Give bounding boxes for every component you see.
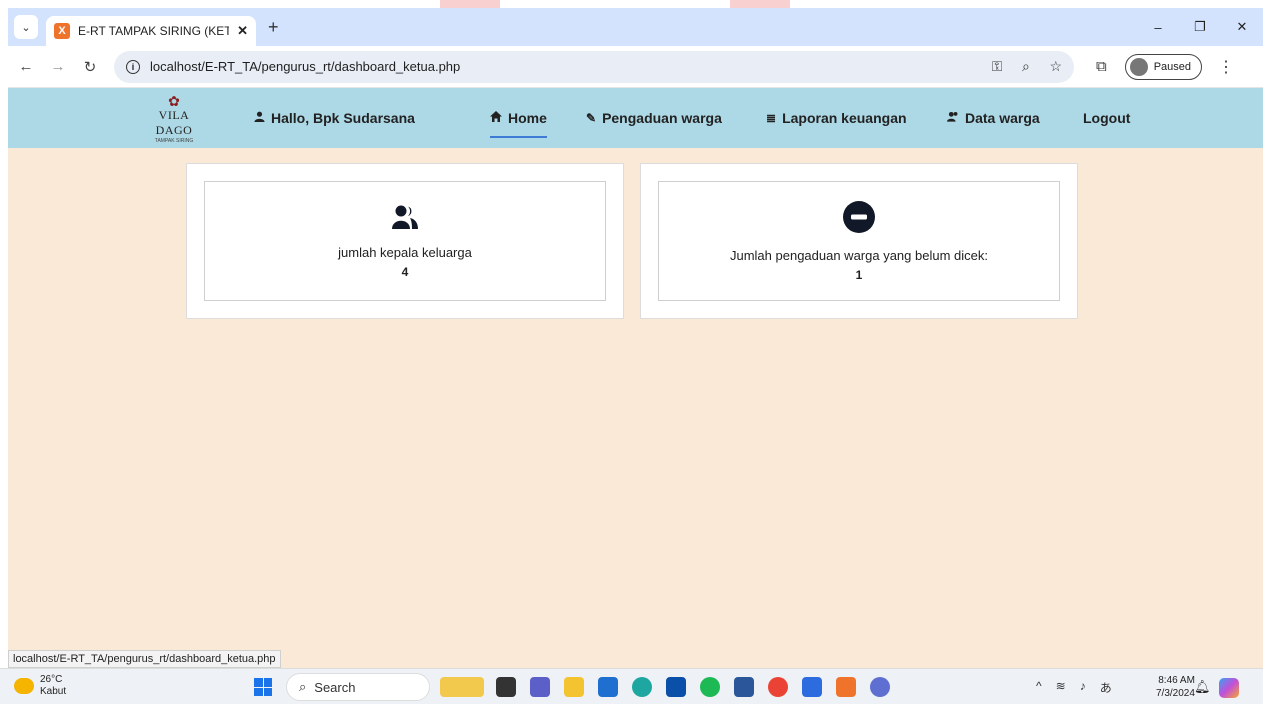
tab-close-button[interactable]: ✕ (237, 23, 248, 39)
logo-subtitle: TAMPAK SIRING (154, 138, 194, 144)
minimize-button[interactable]: – (1137, 8, 1179, 46)
weather-desc: Kabut (40, 686, 67, 697)
weather-widget[interactable]: 26°C Kabut (14, 674, 66, 698)
nav-laporan-label: Laporan keuangan (782, 110, 907, 126)
nav-data-warga-label: Data warga (965, 110, 1040, 126)
kepala-keluarga-card: jumlah kepala keluarga 4 (186, 163, 624, 319)
clock-time: 8:46 AM (1158, 675, 1195, 686)
users-icon (947, 111, 959, 125)
password-key-icon[interactable]: ⚿ (992, 58, 1003, 74)
site-logo[interactable]: ✿ VILA DAGO TAMPAK SIRING (144, 93, 204, 144)
taskbar-search[interactable]: ⌕ Search (286, 673, 430, 701)
reload-icon[interactable]: ↻ (76, 58, 104, 76)
background-stripe (730, 0, 790, 8)
users-icon (392, 204, 418, 235)
site-info-icon[interactable]: i (126, 59, 140, 74)
wifi-icon[interactable]: ≋ (1056, 679, 1066, 696)
tab-search-button[interactable]: ⌄ (14, 15, 38, 39)
store-app-icon[interactable] (598, 677, 618, 697)
word-app-icon[interactable] (734, 677, 754, 697)
bookmark-star-icon[interactable]: ☆ (1049, 58, 1062, 74)
site-navbar: ✿ VILA DAGO TAMPAK SIRING Hallo, Bpk Sud… (8, 88, 1263, 148)
search-placeholder: Search (314, 679, 356, 695)
xampp-favicon-icon: X (54, 23, 70, 39)
browser-tab[interactable]: X E-RT TAMPAK SIRING (KETUA R ✕ (46, 16, 256, 46)
page-content: ✿ VILA DAGO TAMPAK SIRING Hallo, Bpk Sud… (8, 88, 1263, 668)
taskview-app-icon[interactable] (496, 677, 516, 697)
minus-circle-icon (843, 200, 875, 238)
url-text[interactable]: localhost/E-RT_TA/pengurus_rt/dashboard_… (150, 59, 976, 74)
mail-app-icon[interactable] (666, 677, 686, 697)
close-window-button[interactable]: ✕ (1221, 8, 1263, 46)
browser-tabstrip: ⌄ X E-RT TAMPAK SIRING (KETUA R ✕ + – ❐ … (8, 8, 1263, 46)
nav-home-label: Home (508, 110, 547, 126)
browser-toolbar: ← → ↻ i localhost/E-RT_TA/pengurus_rt/da… (8, 46, 1263, 88)
nav-laporan-keuangan[interactable]: ≣ Laporan keuangan (766, 88, 907, 148)
nav-pengaduan-warga[interactable]: ✎ Pengaduan warga (586, 88, 722, 148)
card-label: Jumlah pengaduan warga yang belum dicek: (729, 247, 988, 263)
restore-button[interactable]: ❐ (1179, 8, 1221, 46)
misc-app-icon[interactable] (870, 677, 890, 697)
zoom-icon[interactable]: ⌕ (1022, 58, 1030, 74)
database-icon: ≣ (766, 111, 777, 125)
pengaduan-belum-dicek-card: Jumlah pengaduan warga yang belum dicek:… (640, 163, 1078, 319)
nav-data-warga[interactable]: Data warga (947, 88, 1040, 148)
card-value: 1 (855, 267, 863, 282)
notification-bell-icon[interactable]: 🔔︎ (1194, 679, 1211, 695)
chrome-app-icon[interactable] (768, 677, 788, 697)
card-label: jumlah kepala keluarga (338, 244, 472, 260)
copilot-icon[interactable] (1219, 678, 1239, 698)
nav-logout[interactable]: Logout (1083, 88, 1130, 148)
menu-dots-icon[interactable]: ⋮ (1218, 57, 1234, 77)
windows-start-icon[interactable] (254, 678, 272, 696)
chevron-up-icon[interactable]: ^ (1036, 679, 1042, 696)
teams-app-icon[interactable] (530, 677, 550, 697)
widgets-app-icon[interactable] (440, 677, 484, 697)
profile-label: Paused (1153, 60, 1192, 73)
background-stripe (440, 0, 500, 8)
taskbar-clock[interactable]: 8:46 AM 7/3/2024 (1156, 674, 1195, 700)
extensions-icon[interactable]: ⧉ (1096, 58, 1107, 75)
window-controls: – ❐ ✕ (1137, 8, 1263, 46)
user-icon (254, 111, 265, 125)
avatar (1129, 57, 1148, 76)
home-icon (490, 111, 502, 125)
forward-icon[interactable]: → (44, 58, 72, 75)
fog-weather-icon (14, 678, 34, 694)
spotify-app-icon[interactable] (700, 677, 720, 697)
edit-icon: ✎ (586, 111, 597, 125)
clock-date: 7/3/2024 (1156, 688, 1195, 699)
nav-pengaduan-label: Pengaduan warga (602, 110, 722, 126)
system-tray: ^ ≋ ♪ あ (1036, 679, 1112, 696)
nav-logout-label: Logout (1083, 110, 1131, 126)
new-tab-button[interactable]: + (268, 17, 279, 38)
profile-button[interactable]: Paused (1124, 53, 1203, 80)
card-inner: jumlah kepala keluarga 4 (204, 181, 606, 301)
address-bar[interactable]: i localhost/E-RT_TA/pengurus_rt/dashboar… (114, 50, 1074, 83)
back-icon[interactable]: ← (12, 58, 40, 75)
nav-home[interactable]: Home (490, 88, 547, 148)
flower-logo-icon: ✿ (168, 93, 180, 109)
edge-app-icon[interactable] (632, 677, 652, 697)
ime-icon[interactable]: あ (1100, 679, 1112, 696)
speaker-icon[interactable]: ♪ (1080, 679, 1086, 696)
tab-title: E-RT TAMPAK SIRING (KETUA R (78, 24, 230, 38)
greeting: Hallo, Bpk Sudarsana (254, 88, 415, 148)
card-value: 4 (401, 264, 409, 279)
windows-taskbar: 26°C Kabut ⌕ Search ^ ≋ ♪ あ 8:46 AM 7/3/… (0, 668, 1263, 704)
xampp-app-icon[interactable] (836, 677, 856, 697)
weather-temp: 26°C (40, 674, 63, 685)
logo-text: VILA DAGO (155, 108, 193, 137)
terminal-app-icon[interactable] (802, 677, 822, 697)
file-explorer-app-icon[interactable] (564, 677, 584, 697)
card-inner: Jumlah pengaduan warga yang belum dicek:… (658, 181, 1060, 301)
status-bar-url: localhost/E-RT_TA/pengurus_rt/dashboard_… (8, 650, 281, 668)
greeting-text: Hallo, Bpk Sudarsana (271, 110, 415, 126)
search-icon: ⌕ (299, 679, 307, 694)
